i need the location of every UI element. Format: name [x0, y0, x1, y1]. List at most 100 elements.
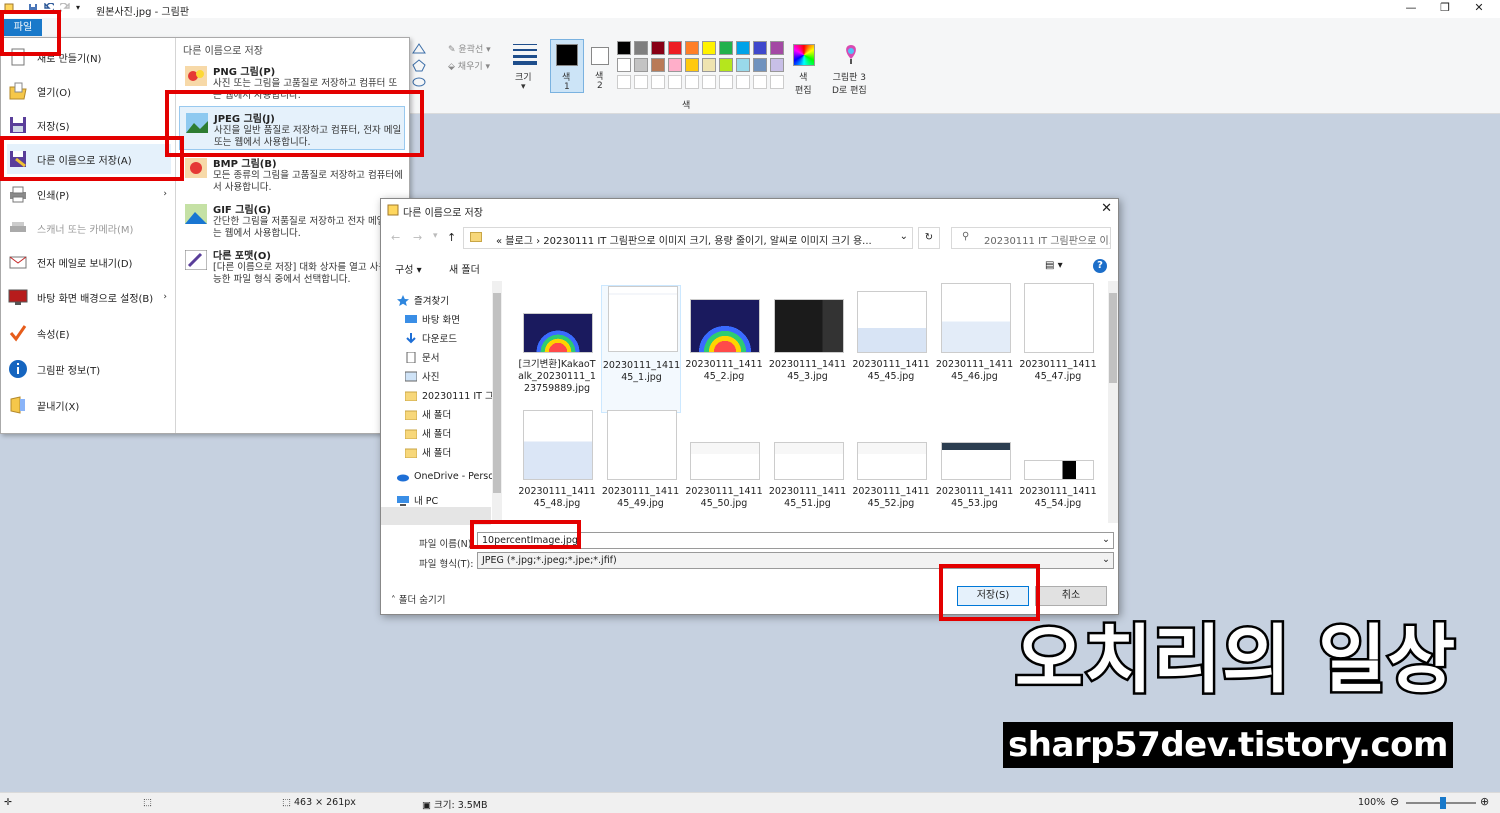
color-palette[interactable]: [617, 41, 787, 97]
paint3d-icon[interactable]: [840, 43, 862, 65]
file-menu-item[interactable]: 스캐너 또는 카메라(M): [7, 213, 171, 243]
line-size-icon[interactable]: [510, 42, 540, 66]
palette-swatch[interactable]: [736, 41, 750, 55]
help-icon[interactable]: ?: [1093, 259, 1107, 273]
dialog-close-button[interactable]: ✕: [1101, 201, 1112, 216]
file-scrollbar[interactable]: [1108, 281, 1118, 523]
zoom-in-button[interactable]: ⊕: [1480, 795, 1489, 808]
palette-swatch[interactable]: [651, 41, 665, 55]
color1-selector[interactable]: 색 1: [550, 39, 584, 93]
file-tile[interactable]: 20230111_141145_3.jpg: [768, 285, 848, 413]
file-tile[interactable]: 20230111_141145_45.jpg: [851, 285, 931, 413]
file-tile[interactable]: 20230111_141145_52.jpg: [851, 412, 931, 523]
file-menu-item[interactable]: 인쇄(P) ›: [7, 179, 171, 209]
file-tile[interactable]: 20230111_141145_53.jpg: [935, 412, 1015, 523]
file-tile[interactable]: 20230111_141145_50.jpg: [684, 412, 764, 523]
nav-item[interactable]: 다운로드⊸: [405, 329, 501, 347]
fill-label[interactable]: ⬙ 채우기 ▾: [448, 59, 490, 72]
filetype-dropdown-icon[interactable]: ⌄: [1102, 554, 1110, 565]
save-format-option[interactable]: JPEG 그림(J) 사진을 일반 품질로 저장하고 컴퓨터, 전자 메일 또는 …: [179, 106, 405, 150]
edit-colors-icon[interactable]: [793, 44, 815, 66]
palette-swatch[interactable]: [617, 41, 631, 55]
palette-swatch[interactable]: [702, 41, 716, 55]
palette-swatch[interactable]: [617, 58, 631, 72]
palette-swatch[interactable]: [651, 58, 665, 72]
save-button[interactable]: 저장(S): [957, 586, 1029, 606]
customize-toolbar-icon[interactable]: ▾: [76, 3, 86, 13]
file-menu-item[interactable]: 다른 이름으로 저장(A): [7, 144, 171, 174]
palette-swatch[interactable]: [685, 58, 699, 72]
filename-dropdown-icon[interactable]: ⌄: [1102, 534, 1110, 545]
paint3d-label[interactable]: 그림판 3 D로 편집: [832, 70, 867, 96]
search-input[interactable]: ⚲ 20230111 IT 그림판으로 이...: [951, 227, 1111, 249]
nav-item[interactable]: 20230111 IT 그: [404, 386, 501, 404]
nav-item[interactable]: 사진⊸: [404, 367, 501, 385]
save-quick-icon[interactable]: [28, 3, 38, 13]
nav-item[interactable]: 새 폴더: [404, 443, 501, 461]
undo-icon[interactable]: [44, 2, 56, 13]
redo-icon[interactable]: [58, 2, 70, 13]
zoom-out-button[interactable]: ⊖: [1390, 795, 1399, 808]
file-menu-item[interactable]: 저장(S): [7, 110, 171, 140]
palette-custom-swatch[interactable]: [753, 75, 767, 89]
file-menu-item[interactable]: 끝내기(X): [7, 390, 171, 420]
palette-swatch[interactable]: [770, 41, 784, 55]
color2-selector[interactable]: 색 2: [588, 39, 612, 93]
restore-button[interactable]: ❐: [1430, 0, 1460, 18]
palette-swatch[interactable]: [719, 41, 733, 55]
palette-swatch[interactable]: [702, 58, 716, 72]
up-folder-icon[interactable]: ↑: [447, 231, 456, 244]
file-menu-item[interactable]: 전자 메일로 보내기(D): [7, 247, 171, 277]
palette-swatch[interactable]: [634, 41, 648, 55]
nav-item[interactable]: 새 폴더: [404, 424, 501, 442]
palette-swatch[interactable]: [753, 58, 767, 72]
filetype-select[interactable]: JPEG (*.jpg;*.jpeg;*.jpe;*.jfif) ⌄: [477, 552, 1114, 569]
save-format-option[interactable]: BMP 그림(B) 모든 종류의 그림을 고품질로 저장하고 컴퓨터에서 사용합니…: [179, 152, 405, 196]
file-tile[interactable]: 20230111_141145_1.jpg: [600, 285, 681, 413]
organize-button[interactable]: 구성 ▾: [395, 261, 422, 276]
save-format-option[interactable]: PNG 그림(P) 사진 또는 그림을 고품질로 저장하고 컴퓨터 또는 웹에서 …: [179, 60, 405, 104]
palette-swatch[interactable]: [668, 58, 682, 72]
cancel-button[interactable]: 취소: [1035, 586, 1107, 606]
nav-item[interactable]: 바탕 화면⊸: [405, 310, 501, 328]
address-bar[interactable]: « 블로그 › 20230111 IT 그림판으로 이미지 크기, 용량 줄이기…: [463, 227, 913, 249]
palette-custom-swatch[interactable]: [719, 75, 733, 89]
filename-input[interactable]: 10percentImage.jpg ⌄: [477, 532, 1114, 549]
shapes-gallery[interactable]: [412, 40, 426, 92]
palette-swatch[interactable]: [753, 41, 767, 55]
close-window-button[interactable]: ✕: [1464, 0, 1494, 18]
palette-swatch[interactable]: [685, 41, 699, 55]
palette-swatch[interactable]: [634, 58, 648, 72]
file-tab[interactable]: 파일: [4, 19, 42, 36]
nav-scrollbar[interactable]: [492, 281, 502, 523]
file-tile[interactable]: 20230111_141145_48.jpg: [517, 410, 597, 523]
address-dropdown-icon[interactable]: ⌄: [900, 231, 908, 242]
nav-item[interactable]: OneDrive - Person: [397, 467, 501, 485]
palette-swatch[interactable]: [770, 58, 784, 72]
hide-folders-toggle[interactable]: ˄ 폴더 숨기기: [391, 592, 446, 606]
file-menu-item[interactable]: 그림판 정보(T): [7, 354, 171, 384]
palette-custom-swatch[interactable]: [702, 75, 716, 89]
file-tile[interactable]: [크기변환]KakaoTalk_20230111_123759889.jpg: [517, 285, 597, 413]
edit-colors-label[interactable]: 색 편집: [795, 70, 812, 96]
save-format-option[interactable]: 다른 포맷(O) [다른 이름으로 저장] 대화 상자를 열고 사용 가능한 파일…: [179, 244, 405, 288]
palette-swatch[interactable]: [719, 58, 733, 72]
palette-custom-swatch[interactable]: [651, 75, 665, 89]
palette-swatch[interactable]: [668, 41, 682, 55]
file-menu-item[interactable]: 속성(E): [7, 318, 171, 348]
file-menu-item[interactable]: 바탕 화면 배경으로 설정(B) ›: [7, 282, 171, 312]
file-tile[interactable]: 20230111_141145_49.jpg: [601, 410, 681, 523]
palette-custom-swatch[interactable]: [685, 75, 699, 89]
size-dropdown-icon[interactable]: ▾: [521, 82, 526, 92]
palette-custom-swatch[interactable]: [736, 75, 750, 89]
back-icon[interactable]: ←: [391, 231, 400, 244]
palette-custom-swatch[interactable]: [770, 75, 784, 89]
view-options-icon[interactable]: ▤ ▾: [1045, 260, 1063, 271]
minimize-button[interactable]: —: [1396, 0, 1426, 18]
palette-custom-swatch[interactable]: [634, 75, 648, 89]
recent-dropdown-icon[interactable]: ▾: [433, 231, 438, 241]
refresh-button[interactable]: ↻: [918, 227, 940, 249]
file-tile[interactable]: 20230111_141145_47.jpg: [1018, 283, 1098, 413]
forward-icon[interactable]: →: [413, 231, 422, 244]
palette-custom-swatch[interactable]: [617, 75, 631, 89]
